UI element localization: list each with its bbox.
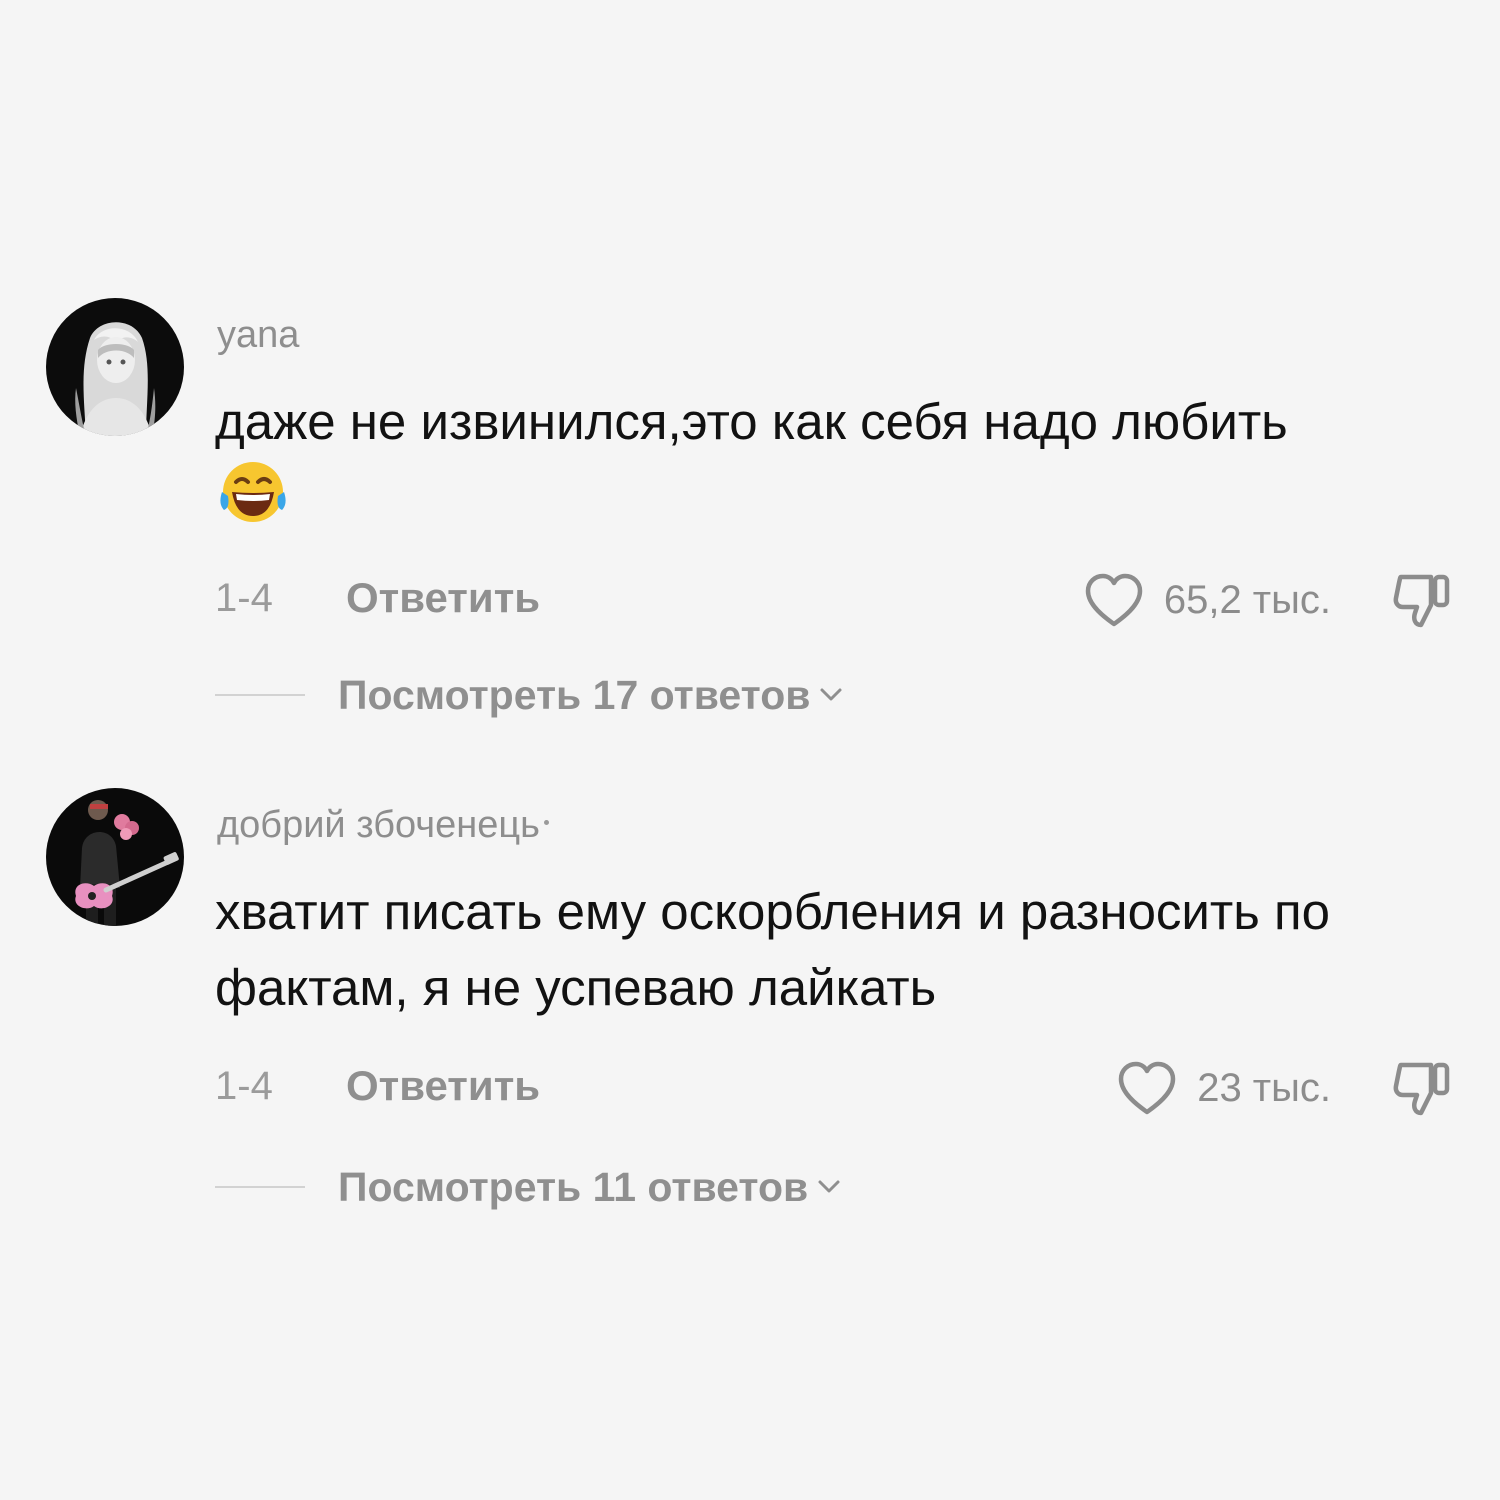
view-replies-button[interactable]: Посмотреть 11 ответов (215, 1162, 842, 1212)
like-group: 23 тыс. (1115, 1056, 1455, 1120)
view-replies-button[interactable]: Посмотреть 17 ответов (215, 670, 844, 720)
like-group: 65,2 тыс. (1082, 568, 1455, 632)
tears-of-joy-icon (220, 462, 286, 522)
divider-line (215, 694, 305, 696)
tears-of-joy-emoji (214, 458, 292, 528)
comments-page: yana даже не извинился,это как себя надо… (0, 0, 1500, 1500)
username[interactable]: добрий збоченець (217, 804, 549, 847)
avatar[interactable] (46, 788, 184, 926)
thumbs-down-icon[interactable] (1391, 1057, 1455, 1119)
timestamp: 1-4 (215, 1064, 273, 1108)
reply-button[interactable]: Ответить (346, 574, 540, 622)
guitarist-avatar-icon (46, 788, 184, 926)
view-replies-label: Посмотреть 17 ответов (338, 671, 811, 718)
comment-text: даже не извинился,это как себя надо люби… (215, 393, 1288, 450)
anime-girl-avatar-icon (46, 298, 184, 436)
username[interactable]: yana (217, 314, 299, 357)
comment-meta: 1-4 Ответить 23 тыс. (215, 1056, 1455, 1120)
reply-button[interactable]: Ответить (346, 1062, 540, 1110)
chevron-down-icon (820, 688, 842, 701)
heart-outline-icon[interactable] (1115, 1059, 1179, 1117)
avatar[interactable] (46, 298, 184, 436)
heart-outline-icon[interactable] (1082, 571, 1146, 629)
comment-meta: 1-4 Ответить 65,2 тыс. (215, 568, 1455, 632)
comment-text: хватит писать ему оскорбления и разносит… (215, 883, 1331, 1016)
chevron-down-icon (818, 1180, 840, 1193)
thumbs-down-icon[interactable] (1391, 569, 1455, 631)
like-count: 65,2 тыс. (1163, 577, 1331, 622)
timestamp: 1-4 (215, 576, 273, 620)
like-count: 23 тыс. (1197, 1065, 1331, 1110)
separator-dot (543, 820, 549, 826)
view-replies-label: Посмотреть 11 ответов (338, 1163, 809, 1210)
divider-line (215, 1186, 305, 1188)
